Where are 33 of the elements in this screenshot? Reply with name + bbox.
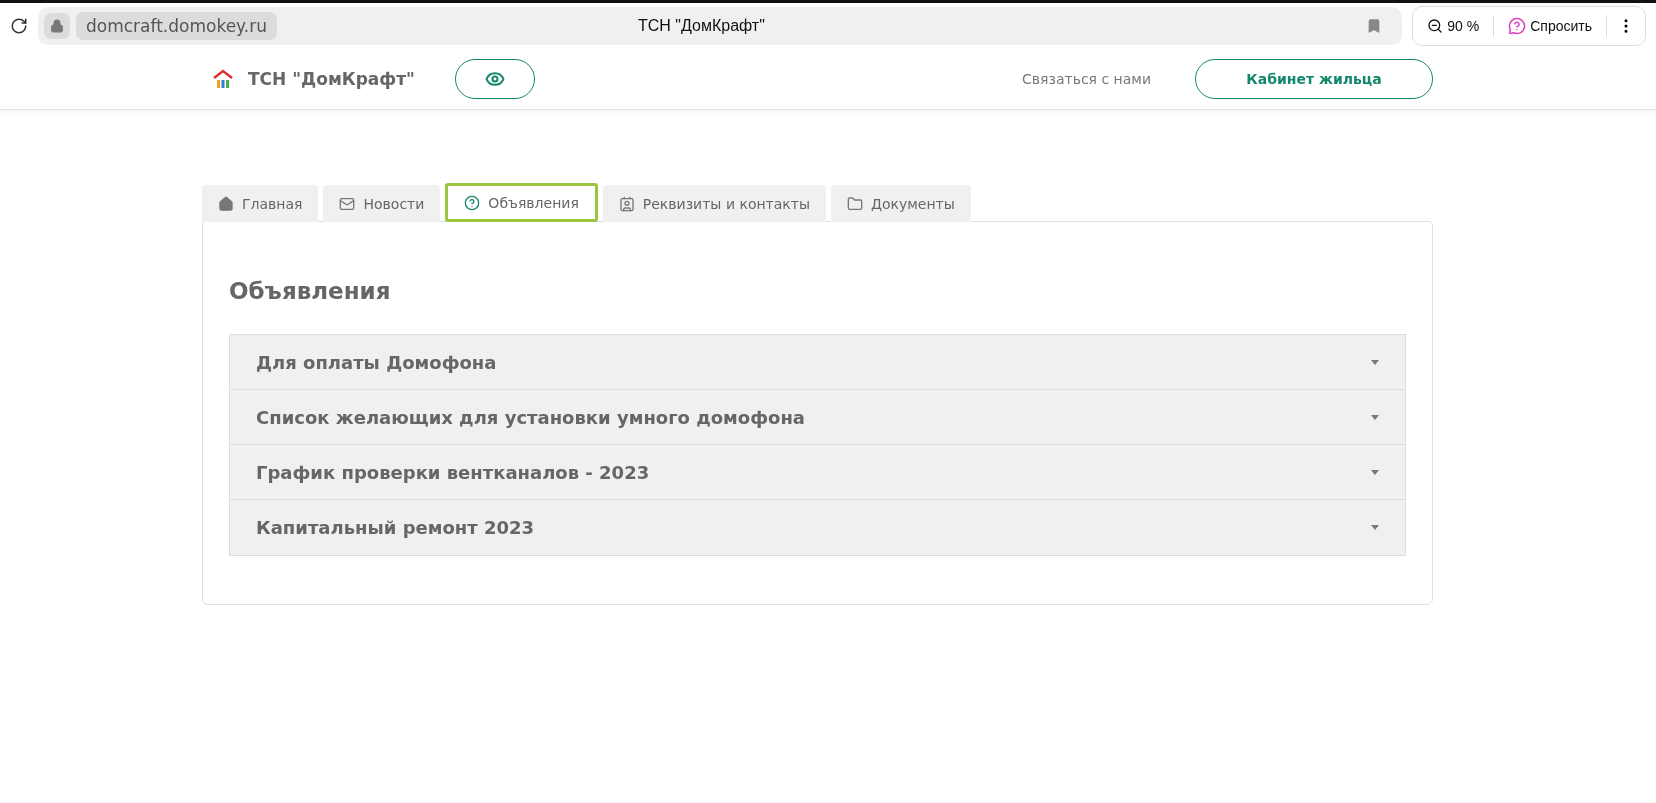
- mail-icon: [339, 195, 356, 212]
- zoom-button[interactable]: 90 %: [1423, 17, 1484, 34]
- contact-card-icon: [618, 195, 635, 212]
- page-title: ТСН "ДомКрафт": [638, 16, 765, 35]
- ask-button[interactable]: Спросить: [1504, 16, 1596, 35]
- lock-icon: [44, 12, 70, 39]
- accordion-header[interactable]: График проверки вентканалов - 2023: [230, 445, 1405, 500]
- cabinet-button[interactable]: Кабинет жильца: [1195, 58, 1433, 99]
- chat-question-icon: [1508, 16, 1527, 35]
- zoom-out-icon: [1427, 17, 1444, 34]
- house-logo-icon: [212, 68, 234, 89]
- home-icon: [218, 195, 234, 212]
- url-text: domcraft.domokey.ru: [76, 11, 277, 40]
- brand-name: ТСН "ДомКрафт": [248, 68, 415, 89]
- nav-tab[interactable]: Документы: [831, 185, 971, 222]
- address-bar[interactable]: domcraft.domokey.ru ТСН "ДомКрафт": [38, 6, 1403, 45]
- caret-icon: [1371, 414, 1379, 420]
- folder-icon: [847, 195, 863, 212]
- nav-tab[interactable]: Объявления: [445, 183, 598, 222]
- caret-icon: [1371, 359, 1379, 365]
- accordion-header[interactable]: Список желающих для установки умного домофона: [230, 390, 1405, 445]
- section-title: Объявления: [229, 278, 392, 304]
- nav-tab[interactable]: Новости: [323, 185, 441, 222]
- caret-icon: [1371, 525, 1379, 530]
- caret-icon: [1371, 469, 1379, 475]
- help-icon: [464, 194, 481, 211]
- reload-icon[interactable]: [10, 16, 28, 35]
- nav-tab[interactable]: Главная: [202, 185, 319, 222]
- accordion-header[interactable]: Капитальный ремонт 2023: [230, 500, 1405, 555]
- accordion-header[interactable]: Для оплаты Домофона: [230, 335, 1405, 390]
- nav-tab[interactable]: Реквизиты и контакты: [602, 185, 826, 222]
- accessibility-button[interactable]: [454, 58, 535, 99]
- contact-link[interactable]: Связаться с нами: [1022, 70, 1151, 87]
